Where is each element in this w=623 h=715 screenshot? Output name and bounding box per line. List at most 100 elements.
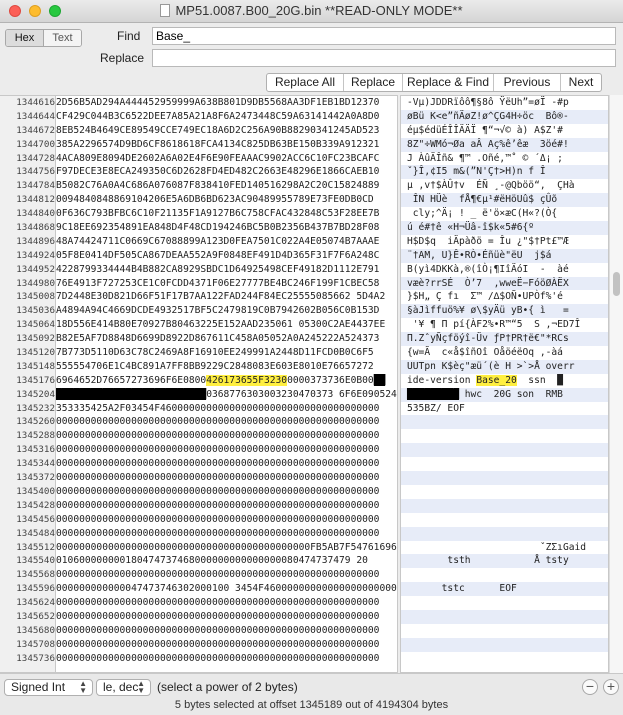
hex-row[interactable]: 0000000000000000000000000000000000000000… [56, 443, 397, 457]
hex-mode-button[interactable]: Hex [6, 30, 44, 46]
ascii-row[interactable]: ÎN HÜè fÅ¶€µ¹#ëHöUû$ çÛõ [401, 193, 608, 208]
ascii-row[interactable]: øBü K<e”ñÄøZ!ø^ÇG4H÷öc Bô®- [401, 109, 608, 124]
ascii-row[interactable]: }$H„ Ç fı Σ™ /∆$OÑ•UPÒf%'é [401, 290, 608, 305]
vertical-scrollbar[interactable] [609, 95, 623, 673]
plus-icon[interactable]: + [603, 679, 619, 695]
ascii-row[interactable]: ˇ}Î,¢I5 m&(”N'Ç†>H)n f Î [401, 165, 608, 180]
ascii-row[interactable]: -Vµ­)JDDRïôô¶§8ô ŸëUh”=øÏ -#p [401, 96, 608, 110]
ascii-row[interactable] [401, 637, 608, 652]
ascii-row[interactable] [401, 429, 608, 444]
minus-icon[interactable]: − [582, 679, 598, 695]
ascii-view[interactable]: -Vµ­)JDDRïôô¶§8ô ŸëUh”=øÏ -#p øBü K<e”ñÄø… [400, 95, 609, 673]
ascii-row[interactable]: J ÀûÄÎñ& ¶™ .Oñé,™˚ © ´Δ¡ ; [401, 151, 608, 166]
previous-button[interactable]: Previous [494, 74, 561, 91]
hex-row[interactable]: 0000000000000000000000000000000000000000… [56, 415, 397, 429]
hex-row[interactable]: B5082C76A0A4C686A076087F838410FED1405162… [56, 179, 397, 193]
hex-row[interactable]: 4228799334444B4B882CA8929SBDC1D64925498C… [56, 263, 397, 277]
ascii-row[interactable]: '¥ ¶ Π pí{ÀF2%•R™“5 S ,¬ED7Î [401, 318, 608, 333]
ascii-row[interactable]: ide-version Base_20 ssn █ [401, 373, 608, 388]
replace-field[interactable] [152, 49, 616, 67]
hex-row[interactable]: 000000000000047473746302000100 3454F4600… [56, 582, 397, 596]
find-field[interactable] [152, 27, 616, 45]
hex-row[interactable]: 0000000000000000000000000000000000000000… [56, 638, 397, 652]
ascii-row[interactable] [401, 498, 608, 513]
hex-row[interactable]: 0F636C793BFBC6C10F21135F1A9127B6C758CFAC… [56, 207, 397, 221]
hex-row[interactable]: A4894A94C4669DCDE4932517BF5C2479819C0B79… [56, 304, 397, 318]
ascii-row[interactable] [401, 443, 608, 458]
ascii-row[interactable]: 535BZ/ EOF [401, 401, 608, 416]
hex-row[interactable]: 18D556E414B80E70927B80463225E152AAD23506… [56, 318, 397, 332]
ascii-row[interactable]: Π.ZˆyÑçföýî-Üv ƒP†PR†ë€"*RCs [401, 332, 608, 347]
ascii-row[interactable] [401, 415, 608, 430]
hex-row[interactable]: B82E5AF7D8848D6699D8922D867611C458A05052… [56, 332, 397, 346]
hex-row[interactable]: 385A2296574D9BD6CF8618618FCA4134C825DB63… [56, 138, 397, 152]
hex-row[interactable]: 0106000000001804747374680000000000000000… [56, 554, 397, 568]
hex-row[interactable]: 05F8E0414DF505CA867DEAA552A9F0848EF491D4… [56, 249, 397, 263]
hex-row[interactable]: 7B773D5110D63C78C2469A8F16910EE249991A24… [56, 346, 397, 360]
ascii-row[interactable]: ú é#†ê «H¬Üâ-î$k«5#6{º [401, 221, 608, 235]
ascii-row[interactable] [401, 526, 608, 541]
data-type-select[interactable]: Signed Int ▲ ▼ [4, 679, 93, 696]
hex-row[interactable]: 353335425A2F03454F4600000000000000000000… [56, 402, 397, 416]
ascii-row[interactable]: væè?rrSÉ Ò’7 ,wweË−FóöØÀËX [401, 276, 608, 291]
replace-button[interactable]: Replace [344, 74, 403, 91]
ascii-row[interactable]: éµ$édüÉÎÎÄÄÏ ¶“¬√© à) A$Z'# [401, 123, 608, 138]
hex-row[interactable]: 76E4913F727253CE1C0FCDD4371F06E27777BE4B… [56, 277, 397, 291]
hex-row[interactable]: 8EB524B4649CE89549CCE749EC18A6D2C256A90B… [56, 124, 397, 138]
hex-row[interactable]: 555554706E1C4BC891A7FF8BB9229C2848083E60… [56, 360, 397, 374]
hex-row[interactable]: 0000000000000000000000000000000000000000… [56, 429, 397, 443]
hex-row[interactable]: 0000000000000000000000000000000000000000… [56, 471, 397, 485]
ascii-row[interactable]: B(yì4DKKà,®(îÒ¡¶IîÄóI - àé [401, 262, 608, 277]
hex-row[interactable]: CF429C044B3C6522DEE7A85A21A8F6A2473448C5… [56, 110, 397, 124]
ascii-row[interactable]: 8Z"÷WMó¬Øa aÂ Aç%ê’êæ 3öé#! [401, 137, 608, 152]
hex-row[interactable]: 48A74424711C0669C67088899A123D0FEA7501C0… [56, 235, 397, 249]
hex-row[interactable]: 0000000000000000000000000000000000000000… [56, 541, 397, 555]
hex-row[interactable]: 0000000000000000000000000000000000000000… [56, 485, 397, 499]
next-button[interactable]: Next [561, 74, 601, 91]
ascii-row[interactable] [401, 651, 608, 666]
hex-row[interactable]: 0000000000000000000000000000000000000000… [56, 513, 397, 527]
hex-row[interactable]: 9C18EE692354891EA848D4F48CD194246BC5B0B2… [56, 221, 397, 235]
hex-row[interactable]: 4ACA809E8094DE2602A6A02E4F6E90FEAAAC9902… [56, 152, 397, 166]
hex-row[interactable]: 0000000000000000000000000000000000000000… [56, 499, 397, 513]
ascii-row[interactable] [401, 457, 608, 472]
ascii-row[interactable] [401, 596, 608, 610]
scrollbar-thumb[interactable] [613, 272, 620, 296]
ascii-row[interactable] [401, 484, 608, 499]
hex-row[interactable]: ██████████████████████████03687763030032… [56, 388, 397, 402]
ascii-row[interactable]: UUTpn K$èç"æü´(è H >`>Å overr [401, 359, 608, 374]
hex-row[interactable]: 0094840848869104206E5A6DB6BD623AC9048995… [56, 193, 397, 207]
ascii-row[interactable]: cly;^Ä¡ ! _ ë'ö×æC(H«?(Ò{ [401, 207, 608, 222]
hex-row[interactable]: 0000000000000000000000000000000000000000… [56, 457, 397, 471]
ascii-row[interactable]: ¨†AM‚ U}Ê•RÒ•Éñüè"ëU j$á [401, 248, 608, 263]
hex-row[interactable]: 0000000000000000000000000000000000000000… [56, 652, 397, 666]
ascii-row[interactable] [401, 623, 608, 638]
replace-all-button[interactable]: Replace All [267, 74, 344, 91]
ascii-row[interactable]: {w=Ã c«å$îñOî OåöéëOq ,-àá [401, 346, 608, 360]
text-mode-button[interactable]: Text [44, 30, 81, 46]
hex-row[interactable]: 7D2448E30D821D66F51F17B7AA122FAD244F84EC… [56, 290, 397, 304]
hex-text-mode-toggle[interactable]: Hex Text [5, 29, 82, 47]
ascii-row[interactable]: µ ,v†$ÀÛ†v ÉÑ ¸-@Qböö“, ÇHà [401, 179, 608, 194]
hex-row[interactable]: 0000000000000000000000000000000000000000… [56, 610, 397, 624]
ascii-row[interactable] [401, 609, 608, 624]
hex-view[interactable]: 2D56B5AD294A444452959999A638B801D9DB5568… [55, 95, 398, 673]
ascii-row[interactable] [401, 568, 608, 583]
ascii-row[interactable]: tsth Å tsty [401, 554, 608, 569]
ascii-row[interactable]: ˇZΣıGaid [401, 540, 608, 555]
hex-row[interactable]: 6964652D76657273696F6E0800426173655F3230… [56, 374, 397, 388]
replace-and-find-button[interactable]: Replace & Find [403, 74, 494, 91]
hex-row[interactable]: 0000000000000000000000000000000000000000… [56, 568, 397, 582]
hex-row[interactable]: F97DECE3E8ECA249350C6D2628FD4ED482C2663E… [56, 165, 397, 179]
hex-row[interactable]: 0000000000000000000000000000000000000000… [56, 527, 397, 541]
endian-select[interactable]: le, dec ▲ ▼ [96, 679, 151, 696]
ascii-row[interactable] [401, 512, 608, 527]
hex-row[interactable]: 0000000000000000000000000000000000000000… [56, 596, 397, 610]
ascii-row[interactable] [401, 471, 608, 485]
ascii-row[interactable]: §àJìffuö%¥ ø\$yÄü yB•{ ì = [401, 304, 608, 319]
ascii-row[interactable]: █████████ hwc 20G son RMB [401, 387, 608, 402]
ascii-row[interactable]: H$D$q iÄpàðö = Îu ¿"$†Pt£™Æ [401, 234, 608, 249]
hex-row[interactable]: 0000000000000000000000000000000000000000… [56, 624, 397, 638]
ascii-row[interactable]: tstc EOF [401, 582, 608, 597]
hex-row[interactable]: 2D56B5AD294A444452959999A638B801D9DB5568… [56, 96, 397, 110]
